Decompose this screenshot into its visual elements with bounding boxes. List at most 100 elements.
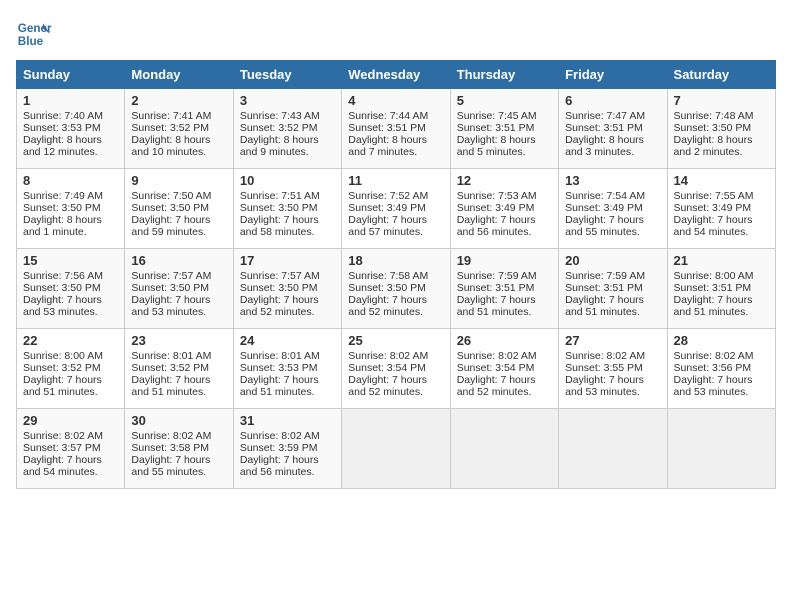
daylight-text: Daylight: 7 hours and 54 minutes. — [674, 214, 753, 238]
sunset-text: Sunset: 3:52 PM — [240, 122, 318, 134]
sunset-text: Sunset: 3:58 PM — [131, 442, 209, 454]
sunrise-text: Sunrise: 8:02 AM — [565, 350, 645, 362]
calendar-cell: 21Sunrise: 8:00 AMSunset: 3:51 PMDayligh… — [667, 249, 775, 329]
day-number: 19 — [457, 253, 552, 268]
sunrise-text: Sunrise: 8:02 AM — [457, 350, 537, 362]
day-number: 29 — [23, 413, 118, 428]
sunset-text: Sunset: 3:50 PM — [131, 202, 209, 214]
day-number: 15 — [23, 253, 118, 268]
sunset-text: Sunset: 3:50 PM — [674, 122, 752, 134]
calendar-cell: 13Sunrise: 7:54 AMSunset: 3:49 PMDayligh… — [559, 169, 667, 249]
column-header-monday: Monday — [125, 61, 233, 89]
week-row-4: 22Sunrise: 8:00 AMSunset: 3:52 PMDayligh… — [17, 329, 776, 409]
sunrise-text: Sunrise: 7:47 AM — [565, 110, 645, 122]
day-number: 3 — [240, 93, 335, 108]
day-number: 9 — [131, 173, 226, 188]
sunset-text: Sunset: 3:54 PM — [457, 362, 535, 374]
day-number: 10 — [240, 173, 335, 188]
calendar-cell: 4Sunrise: 7:44 AMSunset: 3:51 PMDaylight… — [342, 89, 450, 169]
sunset-text: Sunset: 3:51 PM — [457, 122, 535, 134]
calendar-cell: 2Sunrise: 7:41 AMSunset: 3:52 PMDaylight… — [125, 89, 233, 169]
sunrise-text: Sunrise: 8:02 AM — [674, 350, 754, 362]
day-number: 21 — [674, 253, 769, 268]
sunset-text: Sunset: 3:56 PM — [674, 362, 752, 374]
sunrise-text: Sunrise: 7:53 AM — [457, 190, 537, 202]
week-row-1: 1Sunrise: 7:40 AMSunset: 3:53 PMDaylight… — [17, 89, 776, 169]
sunrise-text: Sunrise: 7:59 AM — [457, 270, 537, 282]
day-number: 7 — [674, 93, 769, 108]
daylight-text: Daylight: 7 hours and 59 minutes. — [131, 214, 210, 238]
calendar-cell: 27Sunrise: 8:02 AMSunset: 3:55 PMDayligh… — [559, 329, 667, 409]
day-number: 2 — [131, 93, 226, 108]
sunset-text: Sunset: 3:50 PM — [23, 202, 101, 214]
day-number: 31 — [240, 413, 335, 428]
day-number: 5 — [457, 93, 552, 108]
page-header: General Blue — [16, 16, 776, 52]
sunrise-text: Sunrise: 8:01 AM — [131, 350, 211, 362]
calendar-cell: 29Sunrise: 8:02 AMSunset: 3:57 PMDayligh… — [17, 409, 125, 489]
daylight-text: Daylight: 7 hours and 52 minutes. — [457, 374, 536, 398]
column-header-tuesday: Tuesday — [233, 61, 341, 89]
daylight-text: Daylight: 7 hours and 52 minutes. — [240, 294, 319, 318]
calendar-cell: 9Sunrise: 7:50 AMSunset: 3:50 PMDaylight… — [125, 169, 233, 249]
sunset-text: Sunset: 3:55 PM — [565, 362, 643, 374]
daylight-text: Daylight: 7 hours and 55 minutes. — [565, 214, 644, 238]
daylight-text: Daylight: 7 hours and 56 minutes. — [240, 454, 319, 478]
calendar-cell: 25Sunrise: 8:02 AMSunset: 3:54 PMDayligh… — [342, 329, 450, 409]
sunrise-text: Sunrise: 8:02 AM — [23, 430, 103, 442]
day-number: 13 — [565, 173, 660, 188]
sunrise-text: Sunrise: 7:40 AM — [23, 110, 103, 122]
daylight-text: Daylight: 7 hours and 51 minutes. — [240, 374, 319, 398]
sunrise-text: Sunrise: 7:56 AM — [23, 270, 103, 282]
calendar-cell — [342, 409, 450, 489]
calendar-cell: 26Sunrise: 8:02 AMSunset: 3:54 PMDayligh… — [450, 329, 558, 409]
daylight-text: Daylight: 7 hours and 56 minutes. — [457, 214, 536, 238]
sunrise-text: Sunrise: 7:49 AM — [23, 190, 103, 202]
day-number: 24 — [240, 333, 335, 348]
sunrise-text: Sunrise: 8:02 AM — [348, 350, 428, 362]
daylight-text: Daylight: 8 hours and 5 minutes. — [457, 134, 536, 158]
calendar-cell: 5Sunrise: 7:45 AMSunset: 3:51 PMDaylight… — [450, 89, 558, 169]
week-row-3: 15Sunrise: 7:56 AMSunset: 3:50 PMDayligh… — [17, 249, 776, 329]
sunrise-text: Sunrise: 7:58 AM — [348, 270, 428, 282]
sunrise-text: Sunrise: 7:44 AM — [348, 110, 428, 122]
daylight-text: Daylight: 8 hours and 7 minutes. — [348, 134, 427, 158]
sunset-text: Sunset: 3:51 PM — [457, 282, 535, 294]
sunrise-text: Sunrise: 7:55 AM — [674, 190, 754, 202]
daylight-text: Daylight: 7 hours and 57 minutes. — [348, 214, 427, 238]
calendar-cell: 11Sunrise: 7:52 AMSunset: 3:49 PMDayligh… — [342, 169, 450, 249]
sunset-text: Sunset: 3:51 PM — [565, 122, 643, 134]
day-number: 16 — [131, 253, 226, 268]
calendar-cell: 22Sunrise: 8:00 AMSunset: 3:52 PMDayligh… — [17, 329, 125, 409]
logo: General Blue — [16, 16, 52, 52]
daylight-text: Daylight: 7 hours and 52 minutes. — [348, 374, 427, 398]
calendar-cell: 30Sunrise: 8:02 AMSunset: 3:58 PMDayligh… — [125, 409, 233, 489]
calendar-cell: 14Sunrise: 7:55 AMSunset: 3:49 PMDayligh… — [667, 169, 775, 249]
sunset-text: Sunset: 3:50 PM — [240, 282, 318, 294]
calendar-cell: 3Sunrise: 7:43 AMSunset: 3:52 PMDaylight… — [233, 89, 341, 169]
calendar-table: SundayMondayTuesdayWednesdayThursdayFrid… — [16, 60, 776, 489]
sunset-text: Sunset: 3:57 PM — [23, 442, 101, 454]
day-number: 1 — [23, 93, 118, 108]
calendar-cell: 12Sunrise: 7:53 AMSunset: 3:49 PMDayligh… — [450, 169, 558, 249]
calendar-cell: 7Sunrise: 7:48 AMSunset: 3:50 PMDaylight… — [667, 89, 775, 169]
daylight-text: Daylight: 8 hours and 10 minutes. — [131, 134, 210, 158]
day-number: 12 — [457, 173, 552, 188]
daylight-text: Daylight: 8 hours and 2 minutes. — [674, 134, 753, 158]
sunset-text: Sunset: 3:50 PM — [23, 282, 101, 294]
sunrise-text: Sunrise: 8:02 AM — [240, 430, 320, 442]
week-row-5: 29Sunrise: 8:02 AMSunset: 3:57 PMDayligh… — [17, 409, 776, 489]
sunset-text: Sunset: 3:51 PM — [565, 282, 643, 294]
sunrise-text: Sunrise: 7:59 AM — [565, 270, 645, 282]
daylight-text: Daylight: 7 hours and 51 minutes. — [23, 374, 102, 398]
sunset-text: Sunset: 3:49 PM — [565, 202, 643, 214]
calendar-cell — [667, 409, 775, 489]
day-number: 25 — [348, 333, 443, 348]
calendar-cell: 16Sunrise: 7:57 AMSunset: 3:50 PMDayligh… — [125, 249, 233, 329]
sunrise-text: Sunrise: 7:43 AM — [240, 110, 320, 122]
logo-icon: General Blue — [16, 16, 52, 52]
daylight-text: Daylight: 7 hours and 53 minutes. — [131, 294, 210, 318]
sunrise-text: Sunrise: 7:41 AM — [131, 110, 211, 122]
daylight-text: Daylight: 7 hours and 51 minutes. — [457, 294, 536, 318]
sunrise-text: Sunrise: 8:00 AM — [674, 270, 754, 282]
